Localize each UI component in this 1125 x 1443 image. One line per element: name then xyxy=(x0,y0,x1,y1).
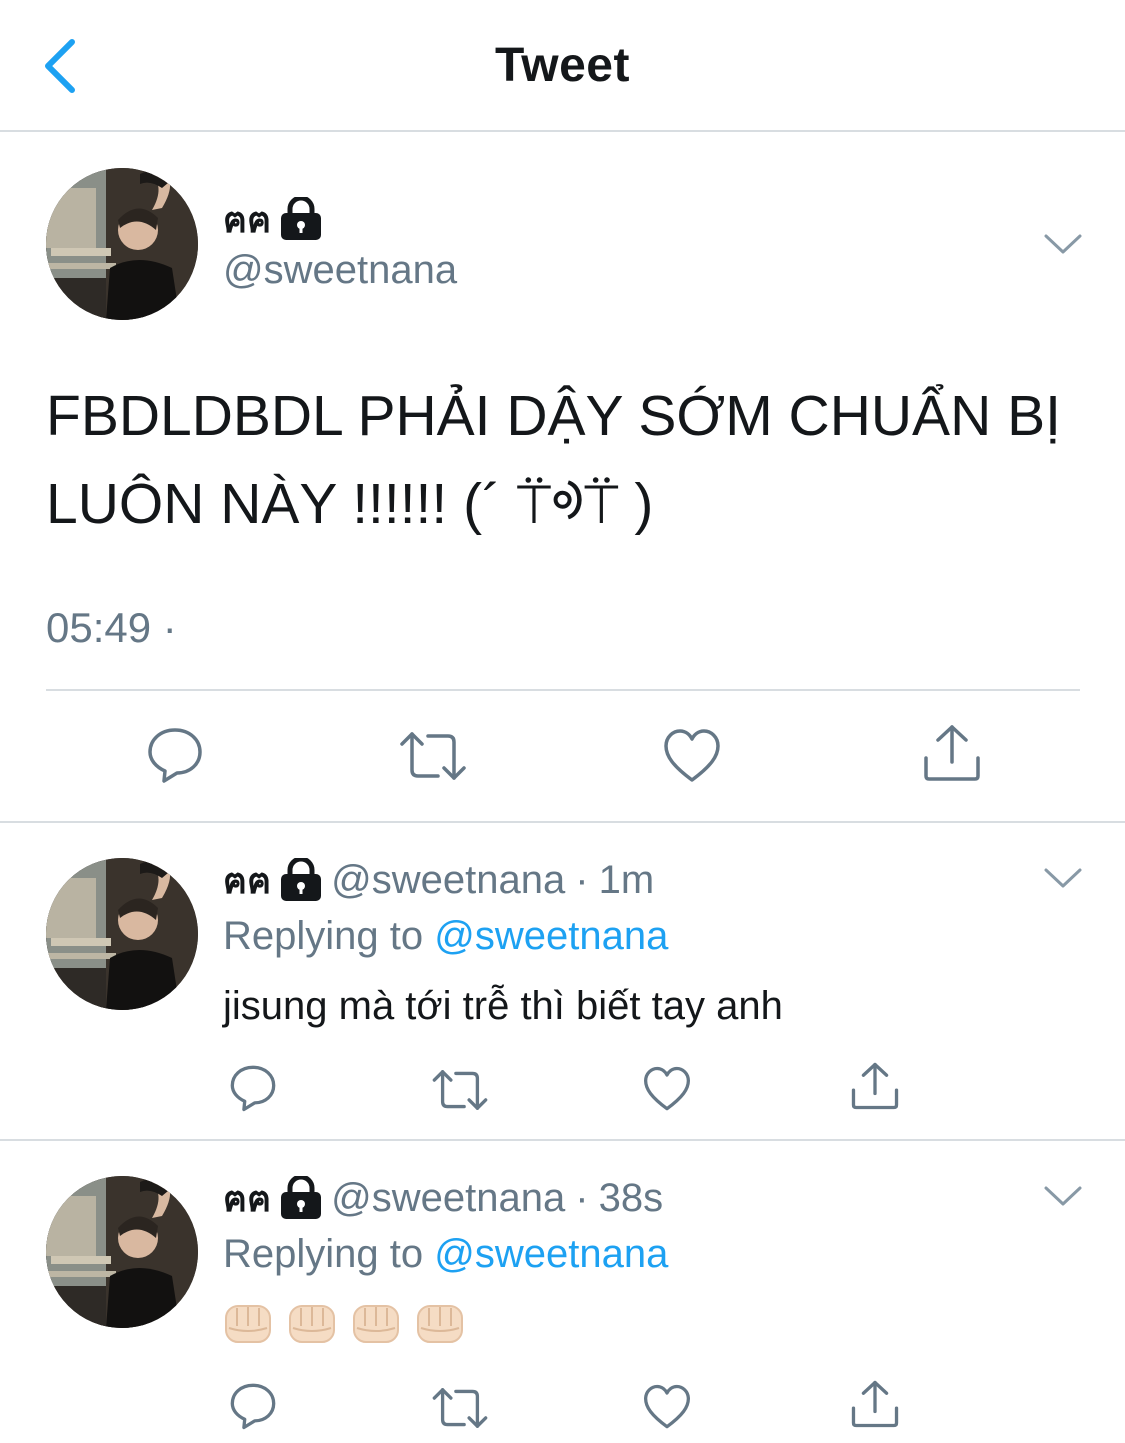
fist-emoji-icon xyxy=(353,1305,399,1343)
emoji-row xyxy=(223,1300,465,1346)
replying-to: Replying to @sweetnana xyxy=(223,914,668,959)
reply-header: ฅฅ @sweetnana · 38s xyxy=(223,1173,663,1223)
tweet-detail-screen: Tweet ฅฅ @sweetnana FBDLDBDL PHẢI DẬY SỚ… xyxy=(0,0,1125,1443)
lock-icon xyxy=(279,856,323,902)
replying-to-label: Replying to xyxy=(223,914,424,958)
user-handle[interactable]: @sweetnana xyxy=(331,858,565,903)
mention-link[interactable]: @sweetnana xyxy=(434,914,668,958)
chevron-down-icon xyxy=(1044,1186,1082,1206)
heart-icon xyxy=(664,729,720,782)
replying-to: Replying to @sweetnana xyxy=(223,1232,668,1277)
tweet-menu-button[interactable] xyxy=(1043,232,1083,256)
chevron-down-icon xyxy=(1044,234,1082,254)
tweet-text: FBDLDBDL PHẢI DẬY SỚM CHUẨN BỊ LUÔN NÀY … xyxy=(46,372,1096,548)
reply-bubble-icon xyxy=(148,728,202,783)
like-button[interactable] xyxy=(643,1384,691,1430)
share-icon xyxy=(851,1062,899,1110)
tweet-timestamp: 05:49 · xyxy=(46,604,177,651)
reply-header: ฅฅ @sweetnana · 1m xyxy=(223,855,654,905)
avatar[interactable] xyxy=(46,858,198,1010)
display-name-text: ฅฅ xyxy=(223,1177,272,1219)
like-button[interactable] xyxy=(663,728,721,784)
retweet-icon xyxy=(432,1070,488,1110)
tweet-menu-button[interactable] xyxy=(1043,1184,1083,1208)
reply-button[interactable] xyxy=(146,726,204,784)
tweet-text-line-2: LUÔN NÀY !!!!!! (´ ⍡ᢀ⍡ ) xyxy=(46,472,654,536)
retweet-button[interactable] xyxy=(431,1386,489,1430)
heart-icon xyxy=(644,1384,690,1429)
share-icon xyxy=(851,1380,899,1428)
heart-icon xyxy=(644,1066,690,1111)
avatar[interactable] xyxy=(46,1176,198,1328)
display-name-text: ฅฅ xyxy=(223,198,272,240)
reply-bubble-icon xyxy=(230,1383,276,1430)
reply-button[interactable] xyxy=(229,1382,277,1430)
display-name: ฅฅ xyxy=(223,195,323,242)
chevron-down-icon xyxy=(1044,868,1082,888)
separator-dot: · xyxy=(575,1175,589,1220)
tweet-menu-button[interactable] xyxy=(1043,866,1083,890)
tweet-age: 38s xyxy=(598,1175,664,1220)
divider xyxy=(0,1139,1125,1141)
divider xyxy=(0,821,1125,823)
reply-bubble-icon xyxy=(230,1065,276,1112)
share-button[interactable] xyxy=(850,1380,900,1428)
display-name-text: ฅฅ xyxy=(223,859,272,901)
separator-dot: · xyxy=(575,857,589,902)
replying-to-label: Replying to xyxy=(223,1232,424,1276)
page-title: Tweet xyxy=(495,39,630,92)
avatar[interactable] xyxy=(46,168,198,320)
mention-link[interactable]: @sweetnana xyxy=(434,1232,668,1276)
user-handle[interactable]: @sweetnana xyxy=(223,248,457,293)
tweet-text-line-1: FBDLDBDL PHẢI DẬY SỚM CHUẨN BỊ xyxy=(46,384,1061,448)
tweet-text: jisung mà tới trễ thì biết tay anh xyxy=(223,984,783,1028)
retweet-button[interactable] xyxy=(431,1068,489,1112)
retweet-icon xyxy=(400,732,466,780)
lock-icon xyxy=(279,1174,323,1220)
tweet-age: 1m xyxy=(598,857,655,902)
fist-emoji-icon xyxy=(417,1305,463,1343)
divider xyxy=(46,689,1080,691)
fist-emoji-icon xyxy=(225,1305,271,1343)
reply-button[interactable] xyxy=(229,1064,277,1112)
share-button[interactable] xyxy=(850,1062,900,1110)
nav-header: Tweet xyxy=(0,0,1125,132)
retweet-icon xyxy=(432,1388,488,1428)
lock-icon xyxy=(279,195,323,241)
share-icon xyxy=(924,725,980,781)
user-handle[interactable]: @sweetnana xyxy=(331,1176,565,1221)
fist-emoji-icon xyxy=(289,1305,335,1343)
retweet-button[interactable] xyxy=(398,730,468,782)
like-button[interactable] xyxy=(643,1066,691,1112)
share-button[interactable] xyxy=(922,724,982,782)
